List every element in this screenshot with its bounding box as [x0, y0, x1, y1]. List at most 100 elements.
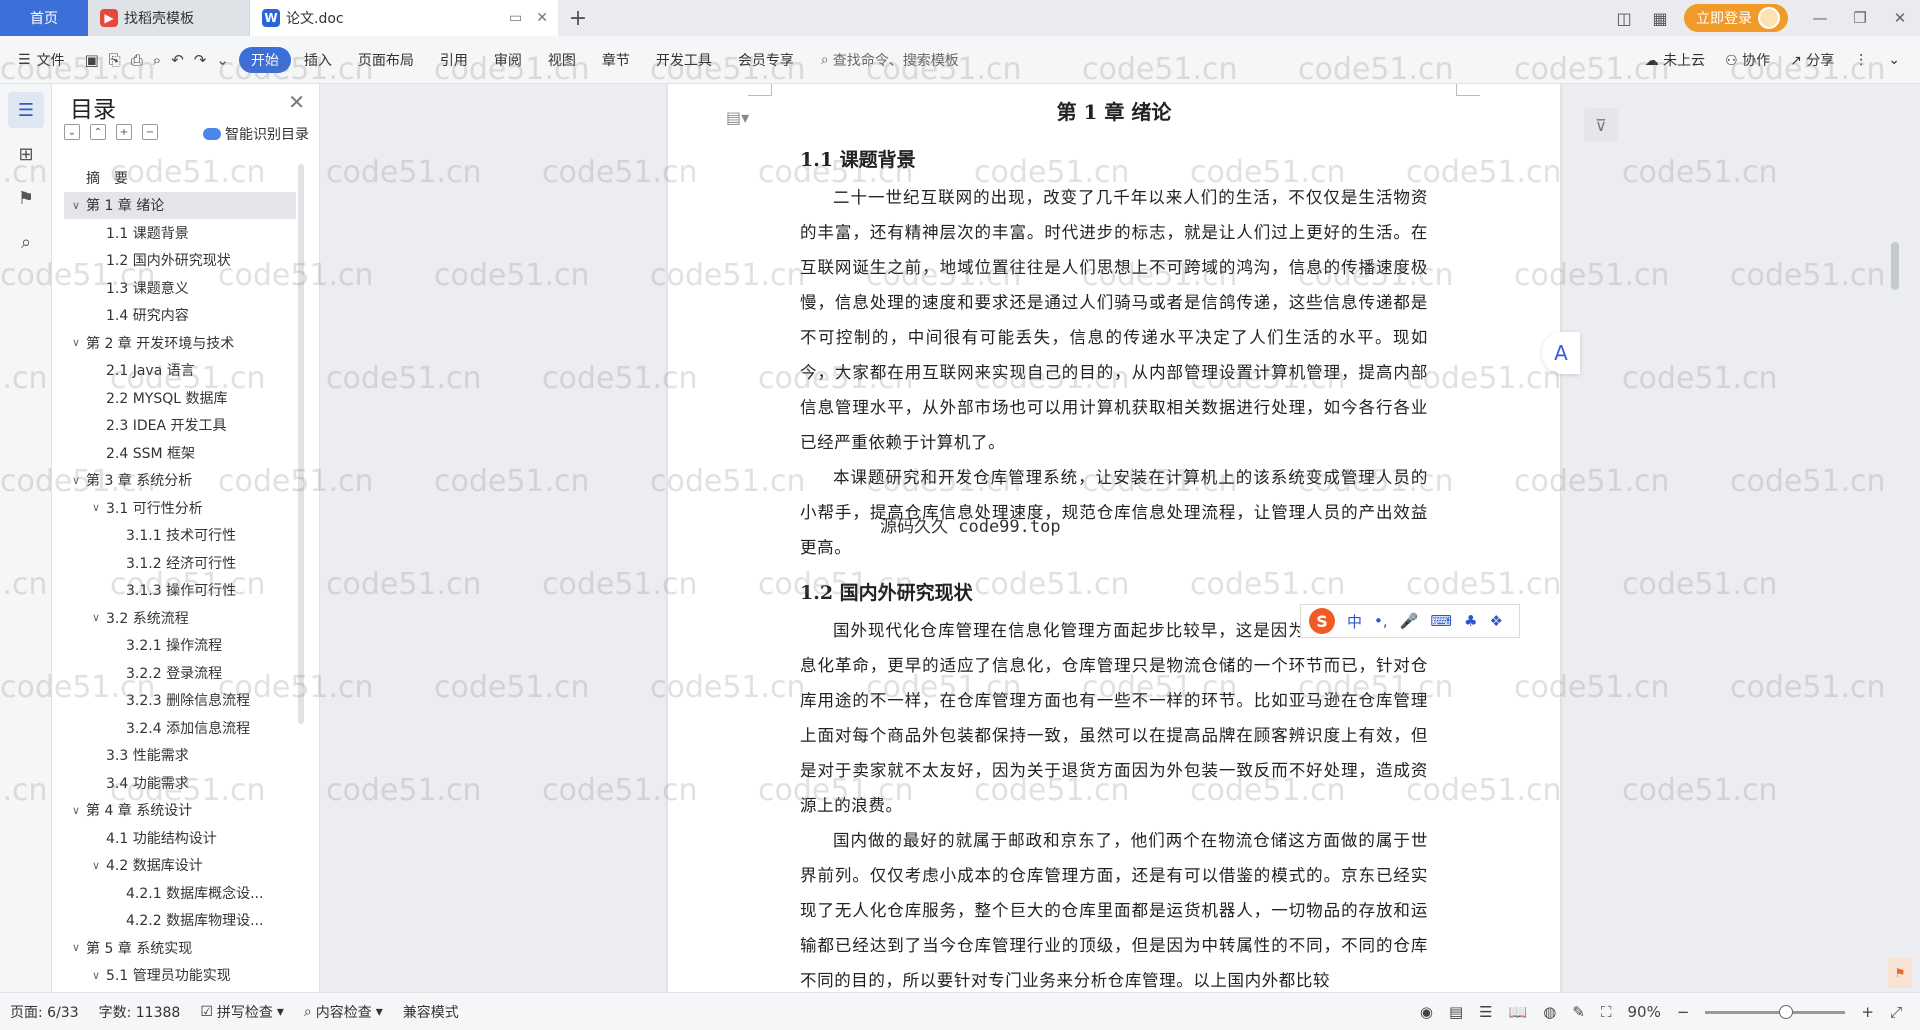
- toc-item[interactable]: ∨ 第 5 章 系统实现: [64, 934, 296, 962]
- outline-icon[interactable]: ☰: [8, 92, 44, 128]
- chevron-down-icon[interactable]: ∨: [88, 501, 104, 514]
- menu-tab-layout[interactable]: 页面布局: [345, 47, 427, 73]
- toc-item[interactable]: ∨ 第 3 章 系统分析: [64, 467, 296, 495]
- toc-item[interactable]: ∨ 第 4 章 系统设计: [64, 797, 296, 825]
- web-view-icon[interactable]: ◍: [1543, 1003, 1556, 1021]
- toc-item[interactable]: 2.1 Java 语言: [64, 357, 296, 385]
- toc-item[interactable]: ∨ 第 1 章 绪论: [64, 191, 296, 219]
- content-check[interactable]: ⌕ 内容检查 ▾: [294, 1002, 393, 1022]
- word-count[interactable]: 字数: 11388: [89, 1002, 191, 1022]
- chevron-down-icon[interactable]: ∨: [68, 199, 84, 212]
- smart-toc-button[interactable]: 智能识别目录: [203, 124, 309, 144]
- more-icon[interactable]: ⋮: [1854, 52, 1868, 68]
- preview-icon[interactable]: ⌕: [153, 51, 161, 69]
- chevron-down-icon[interactable]: ∨: [88, 969, 104, 982]
- ime-lang[interactable]: 中: [1347, 611, 1362, 632]
- toc-item[interactable]: 3.2.3 删除信息流程: [64, 687, 296, 715]
- menu-tab-home[interactable]: 开始: [238, 46, 291, 73]
- restore-icon[interactable]: ❐: [1840, 0, 1880, 36]
- print-icon[interactable]: ⎙: [131, 51, 143, 69]
- menu-tab-section[interactable]: 章节: [589, 47, 643, 73]
- menu-tab-developer[interactable]: 开发工具: [643, 47, 725, 73]
- add-heading-icon[interactable]: +: [116, 124, 132, 140]
- chevron-down-icon[interactable]: ∨: [68, 474, 84, 487]
- page-count[interactable]: 页面: 6/33: [0, 1002, 89, 1022]
- chevron-down-icon[interactable]: ∨: [68, 336, 84, 349]
- assistant-float-icon[interactable]: A: [1542, 332, 1580, 374]
- toc-item[interactable]: 3.4 功能需求: [64, 769, 296, 797]
- toc-item[interactable]: 3.2.2 登录流程: [64, 659, 296, 687]
- fit-icon[interactable]: ⛶: [1601, 1003, 1612, 1021]
- chevron-down-icon[interactable]: ∨: [88, 859, 104, 872]
- collapse-all-icon[interactable]: ⌃: [90, 124, 106, 140]
- feedback-tag-icon[interactable]: ⚑: [1888, 958, 1912, 988]
- chapter-nav-icon[interactable]: ⊞: [8, 136, 44, 172]
- read-view-icon[interactable]: 📖: [1509, 1003, 1528, 1021]
- close-tab-icon[interactable]: ✕: [536, 10, 548, 26]
- mic-icon[interactable]: 🎤: [1400, 612, 1419, 630]
- zoom-slider[interactable]: [1705, 1004, 1846, 1019]
- customize-chevron-icon[interactable]: ⌄: [216, 51, 229, 69]
- close-icon[interactable]: ✕: [288, 90, 305, 114]
- fullscreen-icon[interactable]: ⤢: [1890, 1003, 1902, 1021]
- toc-item[interactable]: 3.3 性能需求: [64, 742, 296, 770]
- tab-home[interactable]: 首页: [0, 0, 88, 36]
- scroll-thumb[interactable]: [1891, 242, 1899, 290]
- toc-item[interactable]: 1.4 研究内容: [64, 302, 296, 330]
- share-button[interactable]: ↗ 分享: [1790, 50, 1834, 70]
- vertical-scrollbar[interactable]: [1888, 84, 1900, 992]
- close-window-icon[interactable]: ✕: [1880, 0, 1920, 36]
- toc-item[interactable]: 摘 要: [64, 164, 296, 192]
- chevron-down-icon[interactable]: ∨: [88, 611, 104, 624]
- expand-all-icon[interactable]: ⌄: [64, 124, 80, 140]
- zoom-out-icon[interactable]: −: [1677, 1003, 1690, 1021]
- export-icon[interactable]: ⎘: [109, 51, 121, 69]
- spell-check[interactable]: ☑ 拼写检查 ▾: [190, 1002, 294, 1022]
- file-menu[interactable]: ☰ 文件: [0, 50, 75, 70]
- command-search[interactable]: ⌕ 查找命令、搜索模板: [821, 50, 959, 70]
- find-icon[interactable]: ⌕: [8, 224, 44, 260]
- minimize-icon[interactable]: —: [1800, 0, 1840, 36]
- layout-icon[interactable]: ◫: [1606, 0, 1642, 36]
- toc-item[interactable]: 3.1.2 经济可行性: [64, 549, 296, 577]
- document-page[interactable]: ▤▾ 第 1 章 绪论 1.1 课题背景 二十一世纪互联网的出现，改变了几千年以…: [668, 84, 1560, 992]
- menu-tab-member[interactable]: 会员专享: [725, 47, 807, 73]
- screen-icon[interactable]: ▭: [509, 10, 522, 26]
- new-tab-button[interactable]: +: [558, 0, 598, 36]
- ime-punct[interactable]: •,: [1374, 612, 1388, 630]
- menu-tab-view[interactable]: 视图: [535, 47, 589, 73]
- toc-item[interactable]: ∨ 4.2 数据库设计: [64, 852, 296, 880]
- page-view-icon[interactable]: ▤: [1449, 1003, 1463, 1021]
- skin-icon[interactable]: ♣: [1464, 612, 1477, 630]
- chevron-down-icon[interactable]: ∨: [68, 941, 84, 954]
- zoom-knob[interactable]: [1779, 1004, 1794, 1019]
- save-icon[interactable]: ▣: [85, 51, 99, 69]
- toc-item[interactable]: 3.2.4 添加信息流程: [64, 714, 296, 742]
- menu-tab-references[interactable]: 引用: [427, 47, 481, 73]
- side-panel-toggle-icon[interactable]: ⊽: [1584, 108, 1618, 142]
- collapse-ribbon-icon[interactable]: ⌄: [1888, 52, 1900, 68]
- paste-format-icon[interactable]: ▤▾: [726, 108, 749, 127]
- toc-item[interactable]: 3.1.1 技术可行性: [64, 522, 296, 550]
- collab-button[interactable]: ⚇ 协作: [1725, 50, 1770, 70]
- apps-icon[interactable]: ❖: [1489, 612, 1502, 630]
- toc-item[interactable]: 3.1.3 操作可行性: [64, 577, 296, 605]
- bookmark-icon[interactable]: ⚑: [8, 180, 44, 216]
- toc-item[interactable]: 4.2.1 数据库概念设...: [64, 879, 296, 907]
- toc-item[interactable]: 4.2.2 数据库物理设...: [64, 907, 296, 935]
- tab-templates[interactable]: ▶ 找稻壳模板: [88, 0, 250, 36]
- toc-item[interactable]: ∨ 3.2 系统流程: [64, 604, 296, 632]
- toc-item[interactable]: 1.1 课题背景: [64, 219, 296, 247]
- toc-item[interactable]: 3.2.1 操作流程: [64, 632, 296, 660]
- undo-icon[interactable]: ↶: [171, 51, 184, 69]
- menu-tab-insert[interactable]: 插入: [291, 47, 345, 73]
- menu-tab-review[interactable]: 审阅: [481, 47, 535, 73]
- toc-item[interactable]: 1.3 课题意义: [64, 274, 296, 302]
- toc-item[interactable]: 2.3 IDEA 开发工具: [64, 412, 296, 440]
- toc-item[interactable]: 2.2 MYSQL 数据库: [64, 384, 296, 412]
- apps-grid-icon[interactable]: ▦: [1642, 0, 1678, 36]
- toc-item[interactable]: ∨ 第 2 章 开发环境与技术: [64, 329, 296, 357]
- remove-heading-icon[interactable]: −: [142, 124, 158, 140]
- chevron-down-icon[interactable]: ∨: [68, 804, 84, 817]
- keyboard-icon[interactable]: ⌨: [1430, 612, 1452, 630]
